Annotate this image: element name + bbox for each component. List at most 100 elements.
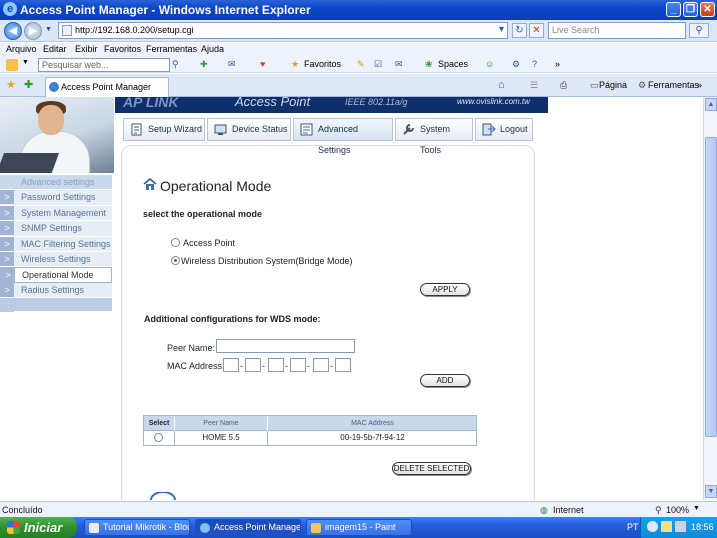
search-icon[interactable]: ⚲	[689, 23, 709, 38]
row-peer-name: HOME 5.5	[175, 431, 268, 445]
sidebar-item-operational-mode[interactable]: > Operational Mode	[0, 267, 112, 283]
print-icon[interactable]: ⎙	[560, 80, 567, 91]
messenger-icon[interactable]: ☺	[485, 59, 494, 69]
status-text: Concluído	[2, 505, 43, 515]
back-button[interactable]: ◀	[4, 22, 22, 40]
address-dropdown-icon[interactable]: ▾	[494, 23, 509, 38]
row-select-radio[interactable]	[154, 433, 163, 442]
task-tutorial-mikrotik[interactable]: Tutorial Mikrotik - Bloc...	[84, 519, 190, 536]
favoritos-button[interactable]: Favoritos	[304, 59, 341, 69]
mail-icon[interactable]: ✉	[228, 59, 236, 70]
tools-icon	[403, 124, 414, 135]
task-paint[interactable]: imagem15 - Paint	[306, 519, 412, 536]
status-bar: Concluído ◍ Internet ⚲ 100% ▼	[0, 501, 717, 517]
stop-icon[interactable]: ✕	[529, 23, 544, 38]
mac-octet-1[interactable]	[223, 358, 239, 372]
sidebar-item-password-settings[interactable]: > Password Settings	[0, 190, 112, 206]
spaces-icon[interactable]: ❀	[425, 59, 433, 70]
sidebar-item-system-management[interactable]: > System Management	[0, 205, 112, 222]
windows-logo-icon	[7, 521, 20, 534]
clock[interactable]: 18:56	[691, 522, 714, 532]
tab-device-status[interactable]: Device Status	[207, 118, 291, 141]
tab-access-point-manager[interactable]: Access Point Manager	[45, 77, 169, 97]
sidebar-item-radius-settings[interactable]: > Radius Settings	[0, 282, 112, 299]
volume-icon[interactable]	[675, 521, 686, 532]
feeds-icon[interactable]: ☰	[530, 80, 538, 91]
zoom-icon[interactable]: ⚲	[655, 505, 662, 516]
mac-octet-4[interactable]	[290, 358, 306, 372]
refresh-icon[interactable]: ↻	[512, 23, 527, 38]
history-dropdown-icon[interactable]: ▼	[45, 26, 52, 33]
tabrow-more-icon[interactable]: »	[697, 80, 702, 90]
help-icon[interactable]: ?	[532, 59, 537, 69]
edit-icon[interactable]: ☑	[374, 59, 382, 70]
chevron-right-icon: >	[0, 282, 14, 297]
tab-system-tools[interactable]: System Tools	[395, 118, 473, 155]
scroll-up-icon[interactable]: ▲	[705, 98, 717, 111]
radio-access-point[interactable]	[171, 238, 180, 247]
maximize-button[interactable]: ❐	[683, 2, 698, 17]
task-access-point-manager[interactable]: Access Point Manage...	[195, 519, 301, 536]
top-nav: Setup Wizard Device Status Advanced Sett…	[121, 116, 535, 155]
apply-button[interactable]: APPLY	[420, 283, 470, 296]
scroll-down-icon[interactable]: ▼	[705, 485, 717, 498]
home-icon	[143, 178, 157, 190]
tab-logout[interactable]: Logout	[475, 118, 533, 141]
menu-ajuda[interactable]: Ajuda	[201, 44, 224, 54]
sidebar-item-wireless-settings[interactable]: > Wireless Settings	[0, 251, 112, 268]
network-icon[interactable]	[647, 521, 658, 532]
banner-product: Access Point	[235, 97, 311, 109]
search-icon[interactable]: ⚲	[172, 59, 179, 70]
toolbar-dropdown-icon[interactable]: ▼	[22, 59, 29, 66]
add-icon[interactable]: ✚	[200, 59, 208, 70]
menu-ferramentas[interactable]: Ferramentas	[146, 44, 197, 54]
yahoo-icon[interactable]	[6, 59, 18, 71]
web-search-input[interactable]: Pesquisar web...	[38, 58, 170, 72]
security-icon[interactable]	[661, 521, 672, 532]
start-button[interactable]: Iniciar	[0, 517, 77, 538]
scroll-thumb[interactable]	[705, 137, 717, 437]
home-icon[interactable]: ⌂	[498, 79, 505, 91]
tools-icon[interactable]: ⚙	[638, 80, 646, 91]
forward-button[interactable]: ▶	[24, 22, 42, 40]
zoom-dropdown-icon[interactable]: ▼	[693, 505, 700, 512]
add-button[interactable]: ADD	[420, 374, 470, 387]
tab-row: ★ ✚ Access Point Manager ⌂ ☰ ⎙ ▭ Página …	[0, 74, 717, 97]
ferramentas-menu[interactable]: Ferramentas	[648, 80, 699, 90]
vertical-scrollbar[interactable]: ▲ ▼	[703, 97, 717, 500]
delete-selected-button[interactable]: DELETE SELECTED	[392, 462, 471, 475]
menu-exibir[interactable]: Exibir	[75, 44, 98, 54]
favorites-star-icon[interactable]: ★	[291, 59, 299, 70]
table-row: HOME 5.5 00-19-5b-7f-94-12	[143, 431, 477, 446]
y-icon[interactable]: ♥	[260, 59, 265, 69]
tab-advanced-settings[interactable]: Advanced Settings	[293, 118, 393, 155]
zoom-level[interactable]: 100%	[666, 505, 689, 515]
favorites-center-icon[interactable]: ★	[6, 78, 16, 91]
mac-octet-5[interactable]	[313, 358, 329, 372]
more-icon[interactable]: »	[555, 59, 560, 69]
settings-icon[interactable]: ⚙	[512, 59, 520, 70]
language-indicator[interactable]: PT	[627, 522, 639, 532]
add-favorites-icon[interactable]: ✚	[24, 78, 33, 91]
label-wds-bridge: Wireless Distribution System(Bridge Mode…	[181, 256, 353, 266]
radio-wds-bridge[interactable]	[171, 256, 180, 265]
spaces-button[interactable]: Spaces	[438, 59, 468, 69]
close-button[interactable]: ✕	[700, 2, 715, 17]
sidebar-item-mac-filtering[interactable]: > MAC Filtering Settings	[0, 236, 112, 252]
menu-editar[interactable]: Editar	[43, 44, 67, 54]
tab-setup-wizard[interactable]: Setup Wizard	[123, 118, 205, 141]
pagina-menu[interactable]: Página	[599, 80, 627, 90]
mac-octet-6[interactable]	[335, 358, 351, 372]
address-input[interactable]: http://192.168.0.200/setup.cgi	[58, 22, 508, 39]
menu-favoritos[interactable]: Favoritos	[104, 44, 141, 54]
pencil-icon[interactable]: ✎	[357, 59, 365, 70]
peer-name-input[interactable]	[216, 339, 355, 353]
minimize-button[interactable]: _	[666, 2, 681, 17]
mac-octet-2[interactable]	[245, 358, 261, 372]
envelope-icon[interactable]: ✉	[395, 59, 403, 70]
page-icon[interactable]: ▭	[590, 80, 599, 91]
live-search-input[interactable]: Live Search	[548, 22, 686, 39]
sidebar-item-snmp-settings[interactable]: > SNMP Settings	[0, 221, 112, 237]
mac-octet-3[interactable]	[268, 358, 284, 372]
menu-arquivo[interactable]: Arquivo	[6, 44, 37, 54]
